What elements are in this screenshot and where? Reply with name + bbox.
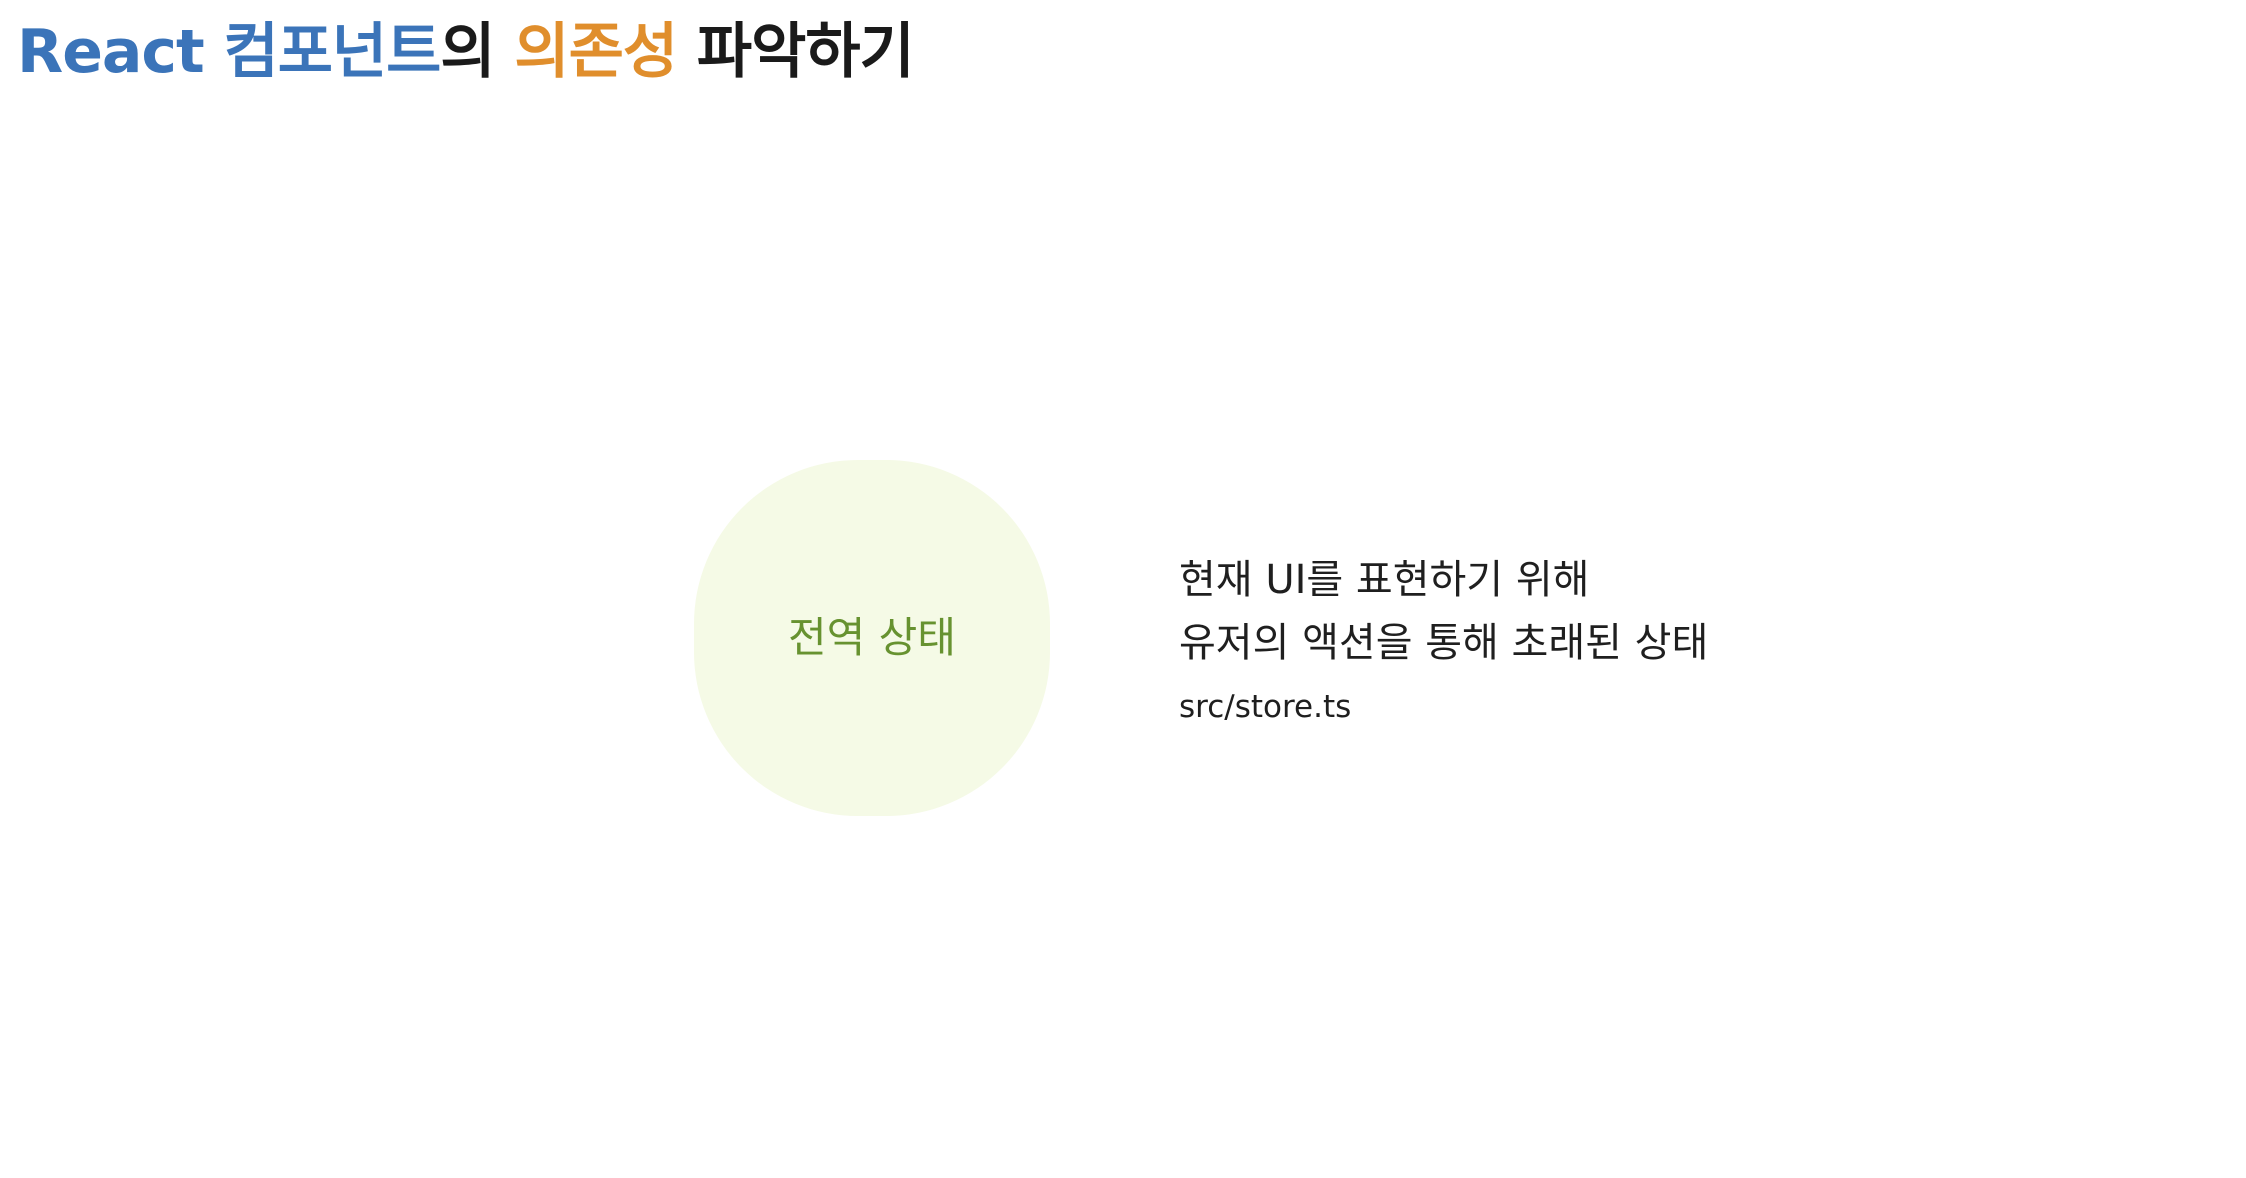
title-dependency: 의존성 — [514, 17, 678, 87]
description-line-2: 유저의 액션을 통해 초래된 상태 — [1179, 620, 1709, 666]
global-state-label: 전역 상태 — [788, 613, 956, 662]
slide-title: React 컴포넌트의 의존성 파악하기 — [17, 14, 915, 90]
store-file-path: src/store.ts — [1179, 689, 1352, 725]
title-particle: 의 — [440, 17, 515, 87]
title-react-components: React 컴포넌트 — [17, 17, 441, 87]
title-suffix: 파악하기 — [677, 17, 915, 87]
description-line-1: 현재 UI를 표현하기 위해 — [1179, 557, 1590, 603]
